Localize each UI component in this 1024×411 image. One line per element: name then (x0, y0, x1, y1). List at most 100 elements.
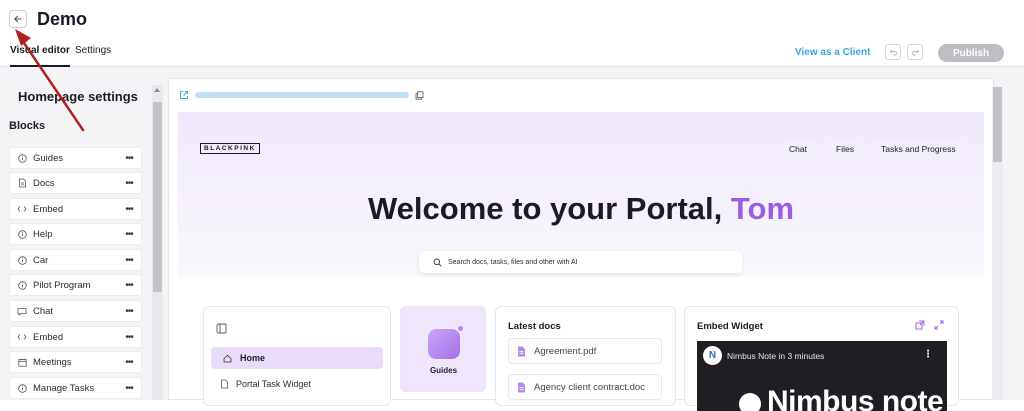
page-title: Demo (37, 9, 88, 29)
home-icon (223, 354, 232, 362)
more-options-icon[interactable]: ••• (122, 204, 136, 215)
canvas-scroll-thumb[interactable] (993, 87, 1002, 162)
block-item-label: Car (33, 254, 49, 266)
doc-name: Agency client contract.doc (534, 381, 645, 393)
info-circle-icon (16, 383, 28, 393)
embed-widget-title: Embed Widget (697, 321, 763, 332)
document-icon (518, 382, 525, 392)
block-item-help[interactable]: Help ••• (9, 223, 142, 245)
sidebar-scroll-thumb[interactable] (153, 102, 162, 292)
ai-search-input[interactable]: Search docs, tasks, files and other with… (419, 251, 742, 273)
more-options-icon[interactable]: ••• (122, 178, 136, 189)
document-icon (221, 379, 228, 389)
doc-item-agreement[interactable]: Agreement.pdf (508, 338, 662, 364)
nav-tasks-and-progress[interactable]: Tasks and Progress (874, 139, 963, 159)
scroll-up-icon[interactable] (154, 88, 160, 92)
nav-chat[interactable]: Chat (782, 139, 814, 159)
expand-icon[interactable] (934, 320, 944, 330)
more-options-icon[interactable]: ••• (122, 280, 136, 291)
info-circle-icon (16, 229, 28, 239)
info-circle-icon (16, 255, 28, 265)
block-item-label: Manage Tasks (33, 382, 95, 394)
latest-docs-title: Latest docs (508, 321, 561, 332)
block-item-meetings[interactable]: Meetings ••• (9, 351, 142, 373)
code-icon (16, 333, 28, 341)
blocks-heading: Blocks (9, 120, 46, 132)
block-item-car[interactable]: Car ••• (9, 249, 142, 271)
document-icon (16, 178, 28, 188)
more-options-icon[interactable]: ••• (122, 153, 136, 164)
canvas-scrollbar[interactable] (992, 87, 1003, 400)
block-item-label: Embed (33, 331, 64, 343)
guides-icon (428, 329, 460, 359)
video-brand-icon (739, 393, 761, 411)
redo-button[interactable] (907, 44, 923, 60)
embedded-video[interactable]: N Nimbus Note in 3 minutes ⋮ Nimbus note (697, 341, 947, 411)
code-icon (16, 205, 28, 213)
video-brand-text: Nimbus note (767, 385, 944, 411)
block-item-guides[interactable]: Guides ••• (9, 147, 142, 169)
sidebar-title: Homepage settings (18, 89, 138, 104)
portal-menu-card: Home Portal Task Widget (203, 306, 391, 406)
video-title: Nimbus Note in 3 minutes (727, 351, 825, 361)
doc-item-agency-contract[interactable]: Agency client contract.doc (508, 374, 662, 400)
doc-name: Agreement.pdf (534, 345, 597, 357)
block-item-manage-tasks[interactable]: Manage Tasks ••• (9, 377, 142, 399)
search-icon (433, 258, 442, 267)
welcome-name: Tom (730, 191, 795, 226)
document-icon (518, 346, 525, 356)
more-options-icon[interactable]: ••• (122, 332, 136, 343)
brand-logo: BLACKPINK (200, 143, 260, 154)
publish-button[interactable]: Publish (938, 44, 1004, 62)
more-options-icon[interactable]: ••• (122, 357, 136, 368)
chat-icon (16, 307, 28, 316)
video-menu-icon[interactable]: ⋮ (923, 349, 933, 360)
guides-label: Guides (429, 366, 458, 375)
more-options-icon[interactable]: ••• (122, 255, 136, 266)
open-external-icon[interactable] (915, 320, 925, 330)
block-item-embed[interactable]: Embed ••• (9, 198, 142, 220)
block-item-pilot-program[interactable]: Pilot Program ••• (9, 274, 142, 296)
top-bar: Demo Visual editor Settings View as a Cl… (0, 0, 1024, 67)
channel-logo-icon: N (703, 346, 722, 365)
block-item-docs[interactable]: Docs ••• (9, 172, 142, 194)
undo-icon (889, 49, 897, 56)
portal-url-blurred[interactable] (195, 92, 409, 98)
preview-canvas: BLACKPINK Chat Files Tasks and Progress … (165, 67, 1024, 411)
more-options-icon[interactable]: ••• (122, 229, 136, 240)
tab-settings[interactable]: Settings (75, 45, 111, 56)
menu-item-label: Home (240, 353, 266, 363)
more-options-icon[interactable]: ••• (122, 306, 136, 317)
menu-item-home[interactable]: Home (211, 347, 383, 369)
welcome-heading: Welcome to your Portal, Tom (178, 191, 984, 227)
redo-icon (911, 49, 919, 56)
guides-tile[interactable]: Guides (400, 306, 486, 392)
block-item-label: Chat (33, 305, 54, 317)
welcome-prefix: Welcome to your Portal, (367, 191, 731, 226)
block-item-label: Pilot Program (33, 279, 91, 291)
arrow-left-icon (14, 15, 22, 23)
nav-files[interactable]: Files (829, 139, 861, 159)
block-item-chat[interactable]: Chat ••• (9, 300, 142, 322)
portal-preview: BLACKPINK Chat Files Tasks and Progress … (168, 78, 994, 411)
block-item-label: Embed (33, 203, 64, 215)
menu-item-portal-task-widget[interactable]: Portal Task Widget (220, 379, 311, 389)
sidebar-scrollbar[interactable] (152, 85, 163, 400)
block-item-label: Guides (33, 152, 64, 164)
external-link-icon[interactable] (179, 90, 189, 100)
block-item-label: Meetings (33, 356, 72, 368)
embed-widget-card: Embed Widget N Nimbus Note in 3 minutes … (684, 306, 959, 411)
latest-docs-card: Latest docs Agreement.pdf Agency client … (495, 306, 676, 406)
back-button[interactable] (9, 10, 27, 28)
calendar-icon (16, 358, 28, 367)
undo-button[interactable] (885, 44, 901, 60)
block-item-embed-2[interactable]: Embed ••• (9, 326, 142, 348)
block-item-label: Help (33, 228, 53, 240)
view-as-client-link[interactable]: View as a Client (795, 47, 870, 58)
sparkle-icon (458, 326, 463, 331)
block-item-label: Docs (33, 177, 55, 189)
copy-icon[interactable] (415, 90, 424, 100)
sidebar-toggle-icon[interactable] (216, 323, 227, 334)
tab-visual-editor[interactable]: Visual editor (10, 45, 70, 67)
more-options-icon[interactable]: ••• (122, 383, 136, 394)
